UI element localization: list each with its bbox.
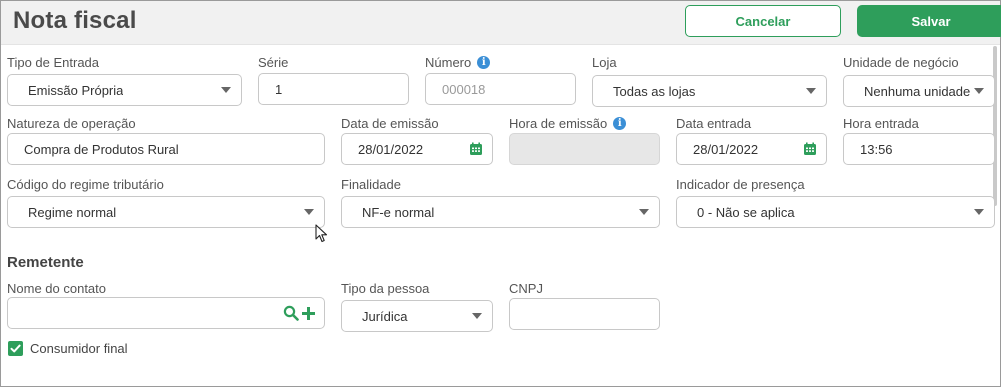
nome-contato-label: Nome do contato [7,281,107,296]
hora-entrada-input[interactable]: 13:56 [843,133,995,165]
save-button[interactable]: Salvar [857,5,1001,37]
loja-value: Todas as lojas [613,83,696,99]
tipo-entrada-value: Emissão Própria [28,82,124,98]
unidade-negocio-select[interactable]: Nenhuma unidade [843,75,995,107]
tipo-pessoa-label: Tipo da pessoa [341,281,430,296]
cnpj-input[interactable] [509,298,660,330]
data-emissao-label: Data de emissão [341,116,439,131]
tipo-pessoa-value: Jurídica [362,308,408,324]
tipo-pessoa-select[interactable]: Jurídica [341,300,493,332]
codigo-regime-select[interactable]: Regime normal [7,196,325,228]
finalidade-label: Finalidade [341,177,401,192]
indicador-presenca-label: Indicador de presença [676,177,805,192]
codigo-regime-label: Código do regime tributário [7,177,164,192]
check-icon [10,344,21,353]
natureza-operacao-value: Compra de Produtos Rural [24,141,179,157]
indicador-presenca-select[interactable]: 0 - Não se aplica [676,196,995,228]
mouse-cursor-icon [315,224,328,243]
hora-entrada-label: Hora entrada [843,116,919,131]
natureza-operacao-input[interactable]: Compra de Produtos Rural [7,133,325,165]
serie-label: Série [258,55,289,70]
header-bar: Nota fiscal [1,1,1000,45]
chevron-down-icon [639,209,649,215]
chevron-down-icon [974,88,984,94]
finalidade-select[interactable]: NF-e normal [341,196,660,228]
codigo-regime-value: Regime normal [28,204,117,220]
data-entrada-input[interactable]: 28/01/2022 [676,133,827,165]
remetente-section-title: Remetente [7,254,84,271]
contact-actions [283,305,316,321]
chevron-down-icon [221,87,231,93]
data-entrada-value: 28/01/2022 [693,141,759,157]
chevron-down-icon [974,209,984,215]
serie-value: 1 [275,81,283,97]
info-icon[interactable]: i [613,117,627,130]
chevron-down-icon [806,88,816,94]
chevron-down-icon [472,313,482,319]
natureza-operacao-label: Natureza de operação [7,116,136,131]
numero-placeholder: 000018 [442,81,486,97]
numero-input[interactable]: 000018 [425,73,576,105]
loja-label: Loja [592,55,617,70]
unidade-negocio-label: Unidade de negócio [843,55,959,70]
calendar-icon[interactable] [469,142,483,156]
nome-contato-input[interactable] [7,297,325,329]
hora-emissao-input [509,133,660,165]
hora-emissao-label-wrap: Hora de emissão i [509,116,627,131]
numero-label-wrap: Número i [425,55,491,70]
cnpj-label: CNPJ [509,281,543,296]
data-entrada-label: Data entrada [676,116,752,131]
hora-entrada-value: 13:56 [860,141,893,157]
scrollbar-thumb[interactable] [993,46,997,206]
data-emissao-input[interactable]: 28/01/2022 [341,133,493,165]
calendar-icon[interactable] [803,142,817,156]
search-icon[interactable] [283,305,299,321]
numero-label: Número [425,55,472,70]
page-title: Nota fiscal [13,7,137,34]
indicador-presenca-value: 0 - Não se aplica [697,204,795,220]
finalidade-value: NF-e normal [362,204,435,220]
data-emissao-value: 28/01/2022 [358,141,424,157]
tipo-entrada-label: Tipo de Entrada [7,55,100,70]
consumidor-final-checkbox[interactable] [8,341,23,356]
plus-icon[interactable] [301,306,316,321]
tipo-entrada-select[interactable]: Emissão Própria [7,74,242,106]
chevron-down-icon [304,209,314,215]
unidade-negocio-value: Nenhuma unidade [864,83,971,99]
consumidor-final-label[interactable]: Consumidor final [30,341,128,356]
cancel-button[interactable]: Cancelar [685,5,841,37]
loja-select[interactable]: Todas as lojas [592,75,827,107]
serie-input[interactable]: 1 [258,73,409,105]
hora-emissao-label: Hora de emissão [509,116,608,131]
info-icon[interactable]: i [477,56,491,69]
